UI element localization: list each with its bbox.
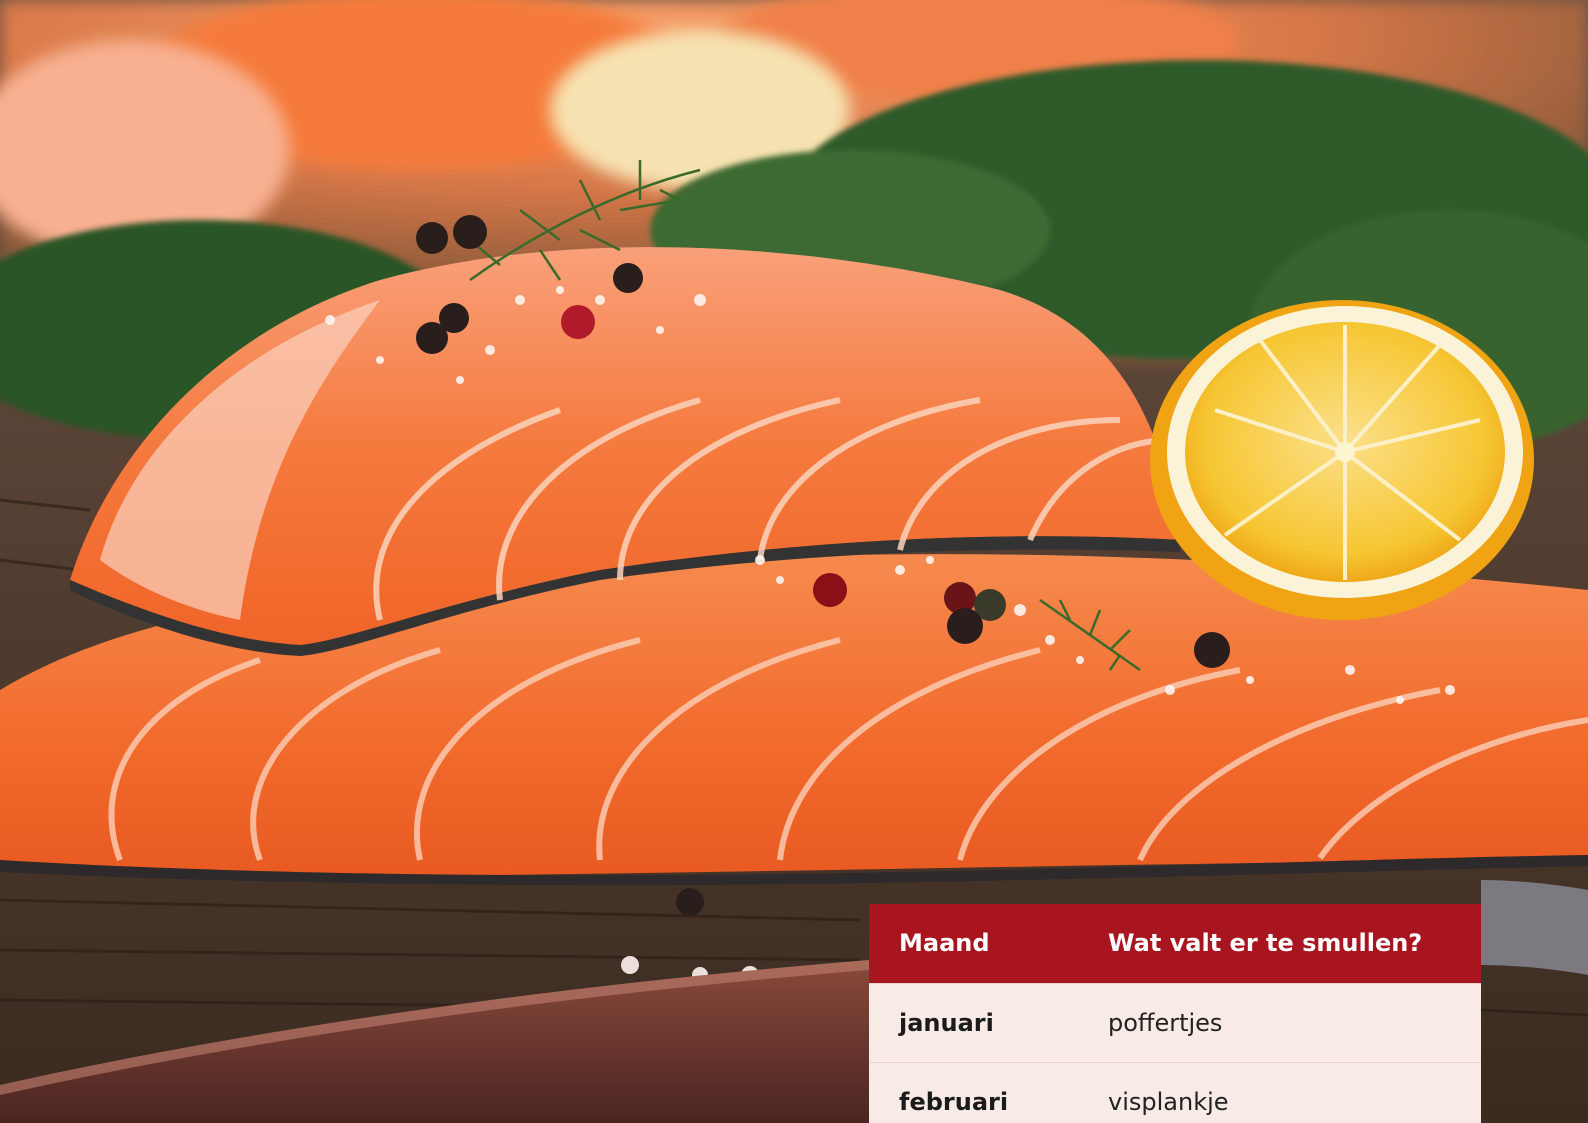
table-header-row: Maand Wat valt er te smullen?	[869, 904, 1481, 983]
month-cell: februari	[869, 1061, 1072, 1123]
table-row: januari poffertjes	[869, 982, 1481, 1062]
month-column-header: Maand	[869, 904, 1072, 983]
dish-cell: visplankje	[1072, 1061, 1481, 1123]
dish-cell: poffertjes	[1072, 982, 1481, 1062]
table-row: februari visplankje	[869, 1061, 1481, 1123]
dish-column-header: Wat valt er te smullen?	[1072, 904, 1481, 983]
month-cell: januari	[869, 982, 1072, 1062]
seasonal-food-table: Maand Wat valt er te smullen? januari po…	[869, 904, 1481, 1123]
seasonal-food-table-container: Maand Wat valt er te smullen? januari po…	[869, 904, 1481, 1123]
